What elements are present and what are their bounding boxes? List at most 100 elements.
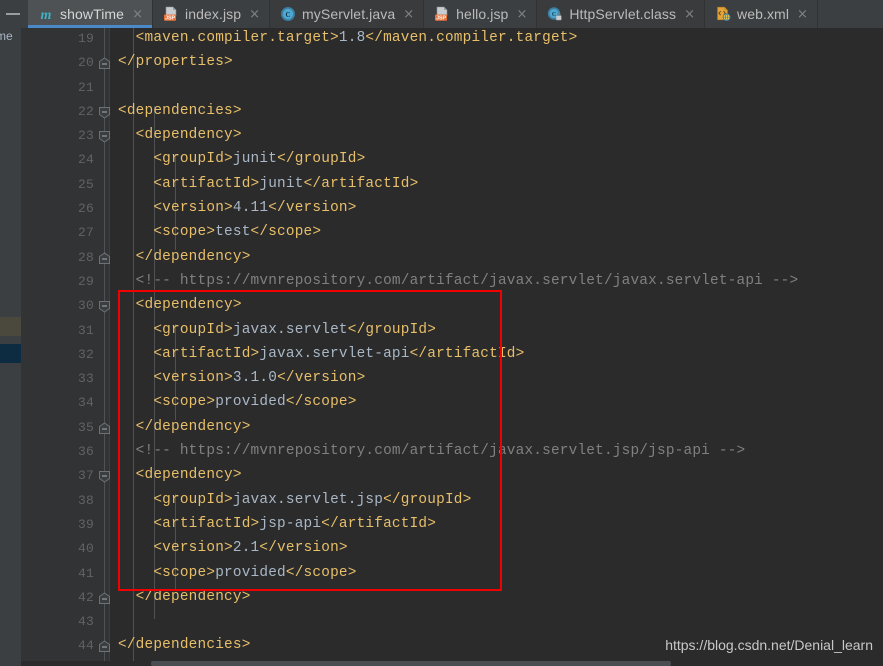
editor-tab-web-xml[interactable]: web.xml × xyxy=(704,0,818,28)
code-text: <dependency> xyxy=(135,467,242,484)
svg-text:C: C xyxy=(552,12,556,18)
code-line[interactable]: 31 <groupId>javax.servlet</groupId> xyxy=(21,320,883,344)
editor-tab-showtime[interactable]: m showTime × xyxy=(28,0,153,28)
code-line[interactable]: 21 xyxy=(21,77,883,101)
code-line[interactable]: 25 <artifactId>junit</artifactId> xyxy=(21,174,883,198)
class-locked-icon: C xyxy=(547,6,563,22)
code-line[interactable]: 29 <!-- https://mvnrepository.com/artifa… xyxy=(21,271,883,295)
tab-label: index.jsp xyxy=(184,6,242,22)
close-icon[interactable]: × xyxy=(684,8,695,21)
line-number: 39 xyxy=(77,516,94,532)
fold-expanded-icon[interactable] xyxy=(97,299,112,314)
fold-region-end-icon[interactable] xyxy=(97,421,112,436)
code-text: <dependency> xyxy=(135,127,242,144)
code-text: <artifactId>junit</artifactId> xyxy=(153,175,419,192)
code-line[interactable]: 39 <artifactId>jsp-api</artifactId> xyxy=(21,514,883,538)
line-number: 43 xyxy=(77,614,94,630)
code-line[interactable]: 32 <artifactId>javax.servlet-api</artifa… xyxy=(21,344,883,368)
code-line[interactable]: 34 <scope>provided</scope> xyxy=(21,392,883,416)
editor-tab-myservlet-java[interactable]: CmyServlet.java × xyxy=(270,0,425,28)
close-icon[interactable]: × xyxy=(132,8,143,21)
tab-label: showTime xyxy=(60,6,125,22)
code-text: <artifactId>jsp-api</artifactId> xyxy=(153,515,437,532)
code-text: <groupId>junit</groupId> xyxy=(153,151,366,168)
code-line[interactable]: 36 <!-- https://mvnrepository.com/artifa… xyxy=(21,441,883,465)
code-line[interactable]: 40 <version>2.1</version> xyxy=(21,538,883,562)
close-icon[interactable]: × xyxy=(403,8,414,21)
fold-expanded-icon[interactable] xyxy=(97,129,112,144)
ide-window: m showTime × JSP index.jsp × CmyServlet.java × J… xyxy=(0,0,883,666)
fold-expanded-icon[interactable] xyxy=(97,105,112,120)
fold-region-end-icon[interactable] xyxy=(97,251,112,266)
line-number: 41 xyxy=(77,565,94,581)
code-text: <scope>provided</scope> xyxy=(153,394,357,411)
code-text: <scope>provided</scope> xyxy=(153,564,357,581)
line-number: 19 xyxy=(77,31,94,46)
code-line[interactable]: 22 <dependencies> xyxy=(21,101,883,125)
code-line[interactable]: 33 <version>3.1.0</version> xyxy=(21,368,883,392)
maven-m-icon: m xyxy=(38,6,54,22)
project-panel-sliver[interactable]: me xyxy=(0,28,21,666)
code-text: </dependency> xyxy=(135,588,251,605)
code-line[interactable]: 23 <dependency> xyxy=(21,125,883,149)
line-number: 24 xyxy=(77,152,94,168)
code-line[interactable]: 42 </dependency> xyxy=(21,587,883,611)
code-lines[interactable]: 19 <maven.compiler.target>1.8</maven.com… xyxy=(21,28,883,666)
fold-region-end-icon[interactable] xyxy=(97,56,112,71)
code-line[interactable]: 19 <maven.compiler.target>1.8</maven.com… xyxy=(21,28,883,52)
code-text: <scope>test</scope> xyxy=(153,224,322,241)
editor-tab-httpservlet-class[interactable]: C HttpServlet.class × xyxy=(537,0,705,28)
editor-tab-hello-jsp[interactable]: JSP hello.jsp × xyxy=(424,0,538,28)
line-number: 23 xyxy=(77,128,94,144)
svg-text:JSP: JSP xyxy=(165,15,175,21)
xml-web-icon xyxy=(715,6,731,22)
code-line[interactable]: 26 <version>4.11</version> xyxy=(21,198,883,222)
line-number: 22 xyxy=(77,103,94,119)
code-line[interactable]: 41 <scope>provided</scope> xyxy=(21,563,883,587)
horizontal-scrollbar[interactable] xyxy=(21,661,883,666)
line-number: 20 xyxy=(77,55,94,71)
code-text: <groupId>javax.servlet.jsp</groupId> xyxy=(153,491,472,508)
code-line[interactable]: 38 <groupId>javax.servlet.jsp</groupId> xyxy=(21,490,883,514)
code-editor[interactable]: 19 <maven.compiler.target>1.8</maven.com… xyxy=(21,28,883,666)
code-text: <dependency> xyxy=(135,297,242,314)
code-line[interactable]: 20 </properties> xyxy=(21,52,883,76)
fold-expanded-icon[interactable] xyxy=(97,469,112,484)
code-line[interactable]: 27 <scope>test</scope> xyxy=(21,222,883,246)
code-line[interactable]: 24 <groupId>junit</groupId> xyxy=(21,149,883,173)
code-text: <maven.compiler.target>1.8</maven.compil… xyxy=(135,30,578,46)
svg-text:m: m xyxy=(41,8,52,22)
blog-watermark: https://blog.csdn.net/Denial_learn xyxy=(665,637,873,653)
code-text: </dependencies> xyxy=(118,637,251,654)
tab-label: HttpServlet.class xyxy=(569,6,677,22)
code-line[interactable]: 35 </dependency> xyxy=(21,417,883,441)
code-text: <artifactId>javax.servlet-api</artifactI… xyxy=(153,345,525,362)
line-number: 36 xyxy=(77,444,94,460)
java-class-icon: C xyxy=(280,6,296,22)
line-number: 26 xyxy=(77,201,94,217)
close-icon[interactable]: × xyxy=(797,8,808,21)
line-number: 33 xyxy=(77,371,94,387)
code-text: <version>3.1.0</version> xyxy=(153,370,366,387)
code-line[interactable]: 43 xyxy=(21,611,883,635)
fold-region-end-icon[interactable] xyxy=(97,591,112,606)
close-icon[interactable]: × xyxy=(249,8,260,21)
horizontal-scrollbar-thumb[interactable] xyxy=(151,661,671,666)
line-number: 32 xyxy=(77,346,94,362)
line-number: 40 xyxy=(77,541,94,557)
project-tree-highlight-selected[interactable] xyxy=(0,344,21,363)
code-line[interactable]: 30 <dependency> xyxy=(21,295,883,319)
project-panel-truncated-label: me xyxy=(0,29,13,43)
svg-text:C: C xyxy=(286,11,291,19)
code-line[interactable]: 28 </dependency> xyxy=(21,247,883,271)
code-text: </dependency> xyxy=(135,418,251,435)
code-line[interactable]: 37 <dependency> xyxy=(21,465,883,489)
code-text: <groupId>javax.servlet</groupId> xyxy=(153,321,437,338)
close-icon[interactable]: × xyxy=(516,8,527,21)
fold-region-end-icon[interactable] xyxy=(97,639,112,654)
code-text: </properties> xyxy=(118,54,233,71)
line-number: 30 xyxy=(77,298,94,314)
editor-tab-index-jsp[interactable]: JSP index.jsp × xyxy=(152,0,271,28)
project-tree-highlight-olive[interactable] xyxy=(0,317,21,336)
code-text: </dependency> xyxy=(135,248,251,265)
